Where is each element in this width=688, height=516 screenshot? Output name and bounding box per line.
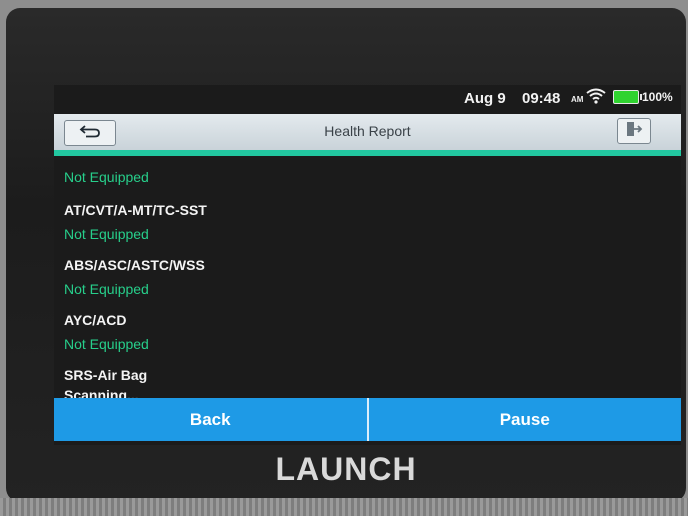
item-status: Not Equipped: [64, 226, 149, 242]
item-status: Not Equipped: [64, 169, 149, 185]
status-time: 09:48: [522, 90, 561, 107]
status-ampm: AM: [571, 95, 584, 104]
battery-percent: 100%: [642, 90, 673, 104]
item-status: Not Equipped: [64, 281, 149, 297]
page-title: Health Report: [324, 123, 411, 139]
status-bar: Aug 9 09:48 AM 100%: [54, 85, 681, 111]
tablet-device: Aug 9 09:48 AM 100% Health Report Not Eq…: [6, 8, 686, 502]
list-item: AT/CVT/A-MT/TC-SST Not Equipped: [64, 202, 207, 242]
back-button[interactable]: Back: [54, 398, 367, 441]
item-name: ABS/ASC/ASTC/WSS: [64, 257, 205, 273]
status-date: Aug 9: [464, 90, 506, 107]
device-brand-logo: LAUNCH: [275, 451, 417, 487]
bottom-strip: [0, 498, 688, 516]
list-item: Not Equipped: [64, 169, 149, 185]
item-name: AT/CVT/A-MT/TC-SST: [64, 202, 207, 218]
item-name: SRS-Air Bag: [64, 367, 148, 383]
title-bar: Health Report: [54, 114, 681, 156]
exit-button[interactable]: [617, 118, 651, 144]
battery-icon: [613, 90, 642, 104]
item-status: Not Equipped: [64, 336, 149, 352]
exit-icon: [625, 121, 643, 142]
wifi-icon: [586, 88, 606, 108]
list-item: ABS/ASC/ASTC/WSS Not Equipped: [64, 257, 205, 297]
action-bar: Back Pause: [54, 398, 681, 441]
pause-button[interactable]: Pause: [369, 398, 682, 441]
item-name: AYC/ACD: [64, 312, 127, 328]
screen: Aug 9 09:48 AM 100% Health Report Not Eq…: [54, 85, 681, 445]
list-item: AYC/ACD Not Equipped: [64, 312, 149, 352]
